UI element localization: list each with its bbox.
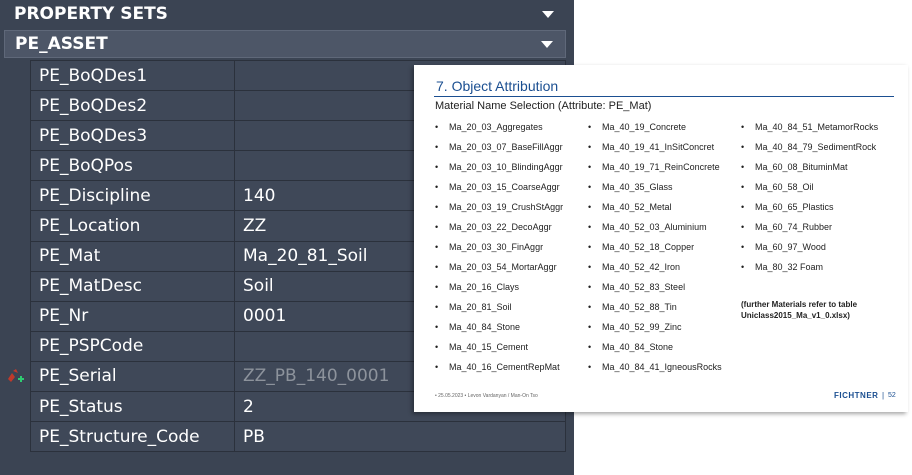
material-list-item: Ma_40_84_Stone [588,341,722,361]
material-list-item: Ma_60_08_BituminMat [741,161,878,181]
property-name: PE_Mat [30,240,235,272]
property-name: PE_Nr [30,300,235,332]
property-name: PE_Serial [30,360,235,393]
property-name: PE_Structure_Code [30,421,235,453]
material-list-column-2: Ma_40_19_ConcreteMa_40_19_41_InSitConcre… [588,121,722,381]
material-list-item: Ma_20_03_19_CrushStAggr [435,201,563,221]
material-list-item: Ma_20_03_10_BlindingAggr [435,161,563,181]
material-list-item: Ma_40_16_CementRepMat [435,361,563,381]
title-divider [434,96,894,97]
slide-title: 7. Object Attribution [436,78,559,94]
collapse-caret-icon[interactable] [542,10,554,18]
material-list-item: Ma_20_03_30_FinAggr [435,241,563,261]
property-sets-header[interactable]: PROPERTY SETS [4,0,566,28]
material-list-item: Ma_60_58_Oil [741,181,878,201]
material-list-column-1: Ma_20_03_AggregatesMa_20_03_07_BaseFillA… [435,121,563,381]
property-name: PE_Discipline [30,180,235,212]
material-list-item: Ma_40_19_41_InSitConcret [588,141,722,161]
property-name: PE_PSPCode [30,330,235,362]
property-name: PE_Status [30,391,235,423]
pe-asset-header[interactable]: PE_ASSET [4,30,566,58]
material-list-item: Ma_20_81_Soil [435,301,563,321]
material-list-item: Ma_20_03_07_BaseFillAggr [435,141,563,161]
further-materials-note: (further Materials refer to table Unicla… [741,300,858,320]
property-value[interactable]: PB [234,421,566,453]
material-list-item: Ma_60_65_Plastics [741,201,878,221]
material-list-item: Ma_40_52_18_Copper [588,241,722,261]
material-list-item: Ma_40_84_Stone [435,321,563,341]
property-name: PE_BoQPos [30,150,235,182]
material-list-item: Ma_40_15_Cement [435,341,563,361]
formula-property-icon [8,369,24,382]
material-list-column-3: Ma_40_84_51_MetamorRocksMa_40_84_79_Sedi… [741,121,878,281]
property-name: PE_BoQDes3 [30,120,235,152]
material-list-item: Ma_20_03_15_CoarseAggr [435,181,563,201]
property-name: PE_MatDesc [30,270,235,302]
slide-footer: • 25.05.2023 • Levon Vardanyan / Man-On … [435,393,538,399]
material-list-item: Ma_40_35_Glass [588,181,722,201]
material-list-item: Ma_60_74_Rubber [741,221,878,241]
material-list-item: Ma_80_32 Foam [741,261,878,281]
material-list-item: Ma_40_84_79_SedimentRock [741,141,878,161]
material-list-item: Ma_40_19_71_ReinConcrete [588,161,722,181]
material-list-item: Ma_40_52_88_Tin [588,301,722,321]
material-list-item: Ma_20_16_Clays [435,281,563,301]
property-sets-title: PROPERTY SETS [14,4,168,24]
brand-logo: FICHTNER [834,391,879,400]
material-list-item: Ma_20_03_22_DecoAggr [435,221,563,241]
collapse-caret-icon[interactable] [541,40,553,48]
property-name: PE_BoQDes1 [30,59,235,92]
pe-asset-title: PE_ASSET [15,34,108,54]
material-list-item: Ma_40_19_Concrete [588,121,722,141]
material-list-item: Ma_20_03_Aggregates [435,121,563,141]
material-list-item: Ma_40_84_41_IgneousRocks [588,361,722,381]
material-list-item: Ma_20_03_54_MortarAggr [435,261,563,281]
material-list-item: Ma_40_84_51_MetamorRocks [741,121,878,141]
material-list-item: Ma_40_52_42_Iron [588,261,722,281]
material-list-item: Ma_40_52_99_Zinc [588,321,722,341]
material-list-item: Ma_40_52_83_Steel [588,281,722,301]
property-name: PE_BoQDes2 [30,90,235,122]
material-list-item: Ma_60_97_Wood [741,241,878,261]
property-name: PE_Location [30,210,235,242]
material-list-item: Ma_40_52_03_Aluminium [588,221,722,241]
property-row[interactable]: PE_Structure_Code PB [30,421,566,453]
page-number: 52 [888,392,896,399]
footer-separator: | [882,391,885,400]
presentation-slide: 7. Object Attribution Material Name Sele… [414,65,908,412]
slide-subtitle: Material Name Selection (Attribute: PE_M… [435,100,652,112]
material-list-item: Ma_40_52_Metal [588,201,722,221]
